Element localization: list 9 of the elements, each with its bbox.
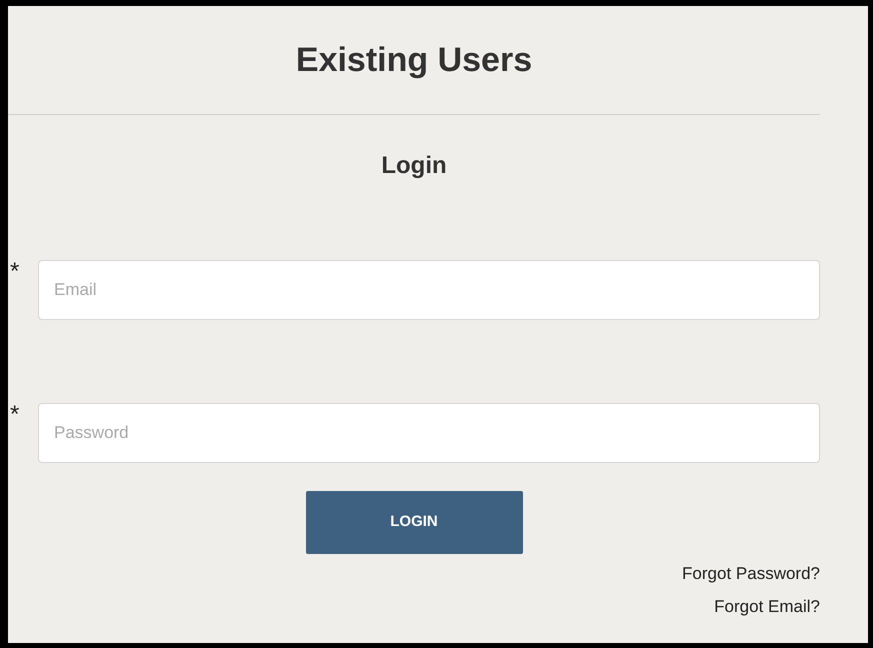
login-button[interactable]: LOGIN xyxy=(306,491,522,554)
required-asterisk: * xyxy=(9,260,20,284)
input-field[interactable]: Password xyxy=(38,403,820,463)
input-field[interactable]: Email xyxy=(38,260,820,320)
forgot-link[interactable]: Forgot Password? xyxy=(682,562,820,586)
required-asterisk: * xyxy=(9,403,20,427)
page-title: Existing Users xyxy=(296,40,532,80)
form-heading: Login xyxy=(381,151,447,181)
forgot-link[interactable]: Forgot Email? xyxy=(714,595,820,619)
